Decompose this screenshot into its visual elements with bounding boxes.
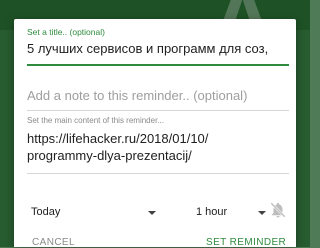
note-input[interactable]: Add a note to this reminder.. (optional) (27, 88, 289, 108)
date-dropdown-value: Today (31, 206, 61, 218)
bell-off-icon[interactable] (269, 201, 287, 219)
date-dropdown[interactable]: Today (27, 203, 160, 223)
content-input[interactable]: https://lifehacker.ru/2018/01/10/ progra… (27, 130, 289, 164)
time-dropdown[interactable]: 1 hour (192, 203, 268, 223)
chevron-down-icon (148, 211, 156, 215)
content-input-underline (27, 173, 289, 174)
cancel-button[interactable]: CANCEL (32, 237, 75, 248)
reminder-dialog: Set a title.. (optional) 5 лучших сервис… (14, 19, 296, 248)
content-field-label: Set the main content of this reminder... (27, 116, 164, 125)
title-input[interactable]: 5 лучших сервисов и программ для соз, (27, 41, 296, 61)
title-field-label: Set a title.. (optional) (27, 27, 105, 37)
note-input-underline (27, 110, 289, 111)
chevron-down-icon (258, 211, 266, 215)
set-reminder-button[interactable]: SET REMINDER (206, 237, 286, 248)
time-dropdown-value: 1 hour (196, 206, 228, 218)
title-input-underline (27, 64, 289, 66)
